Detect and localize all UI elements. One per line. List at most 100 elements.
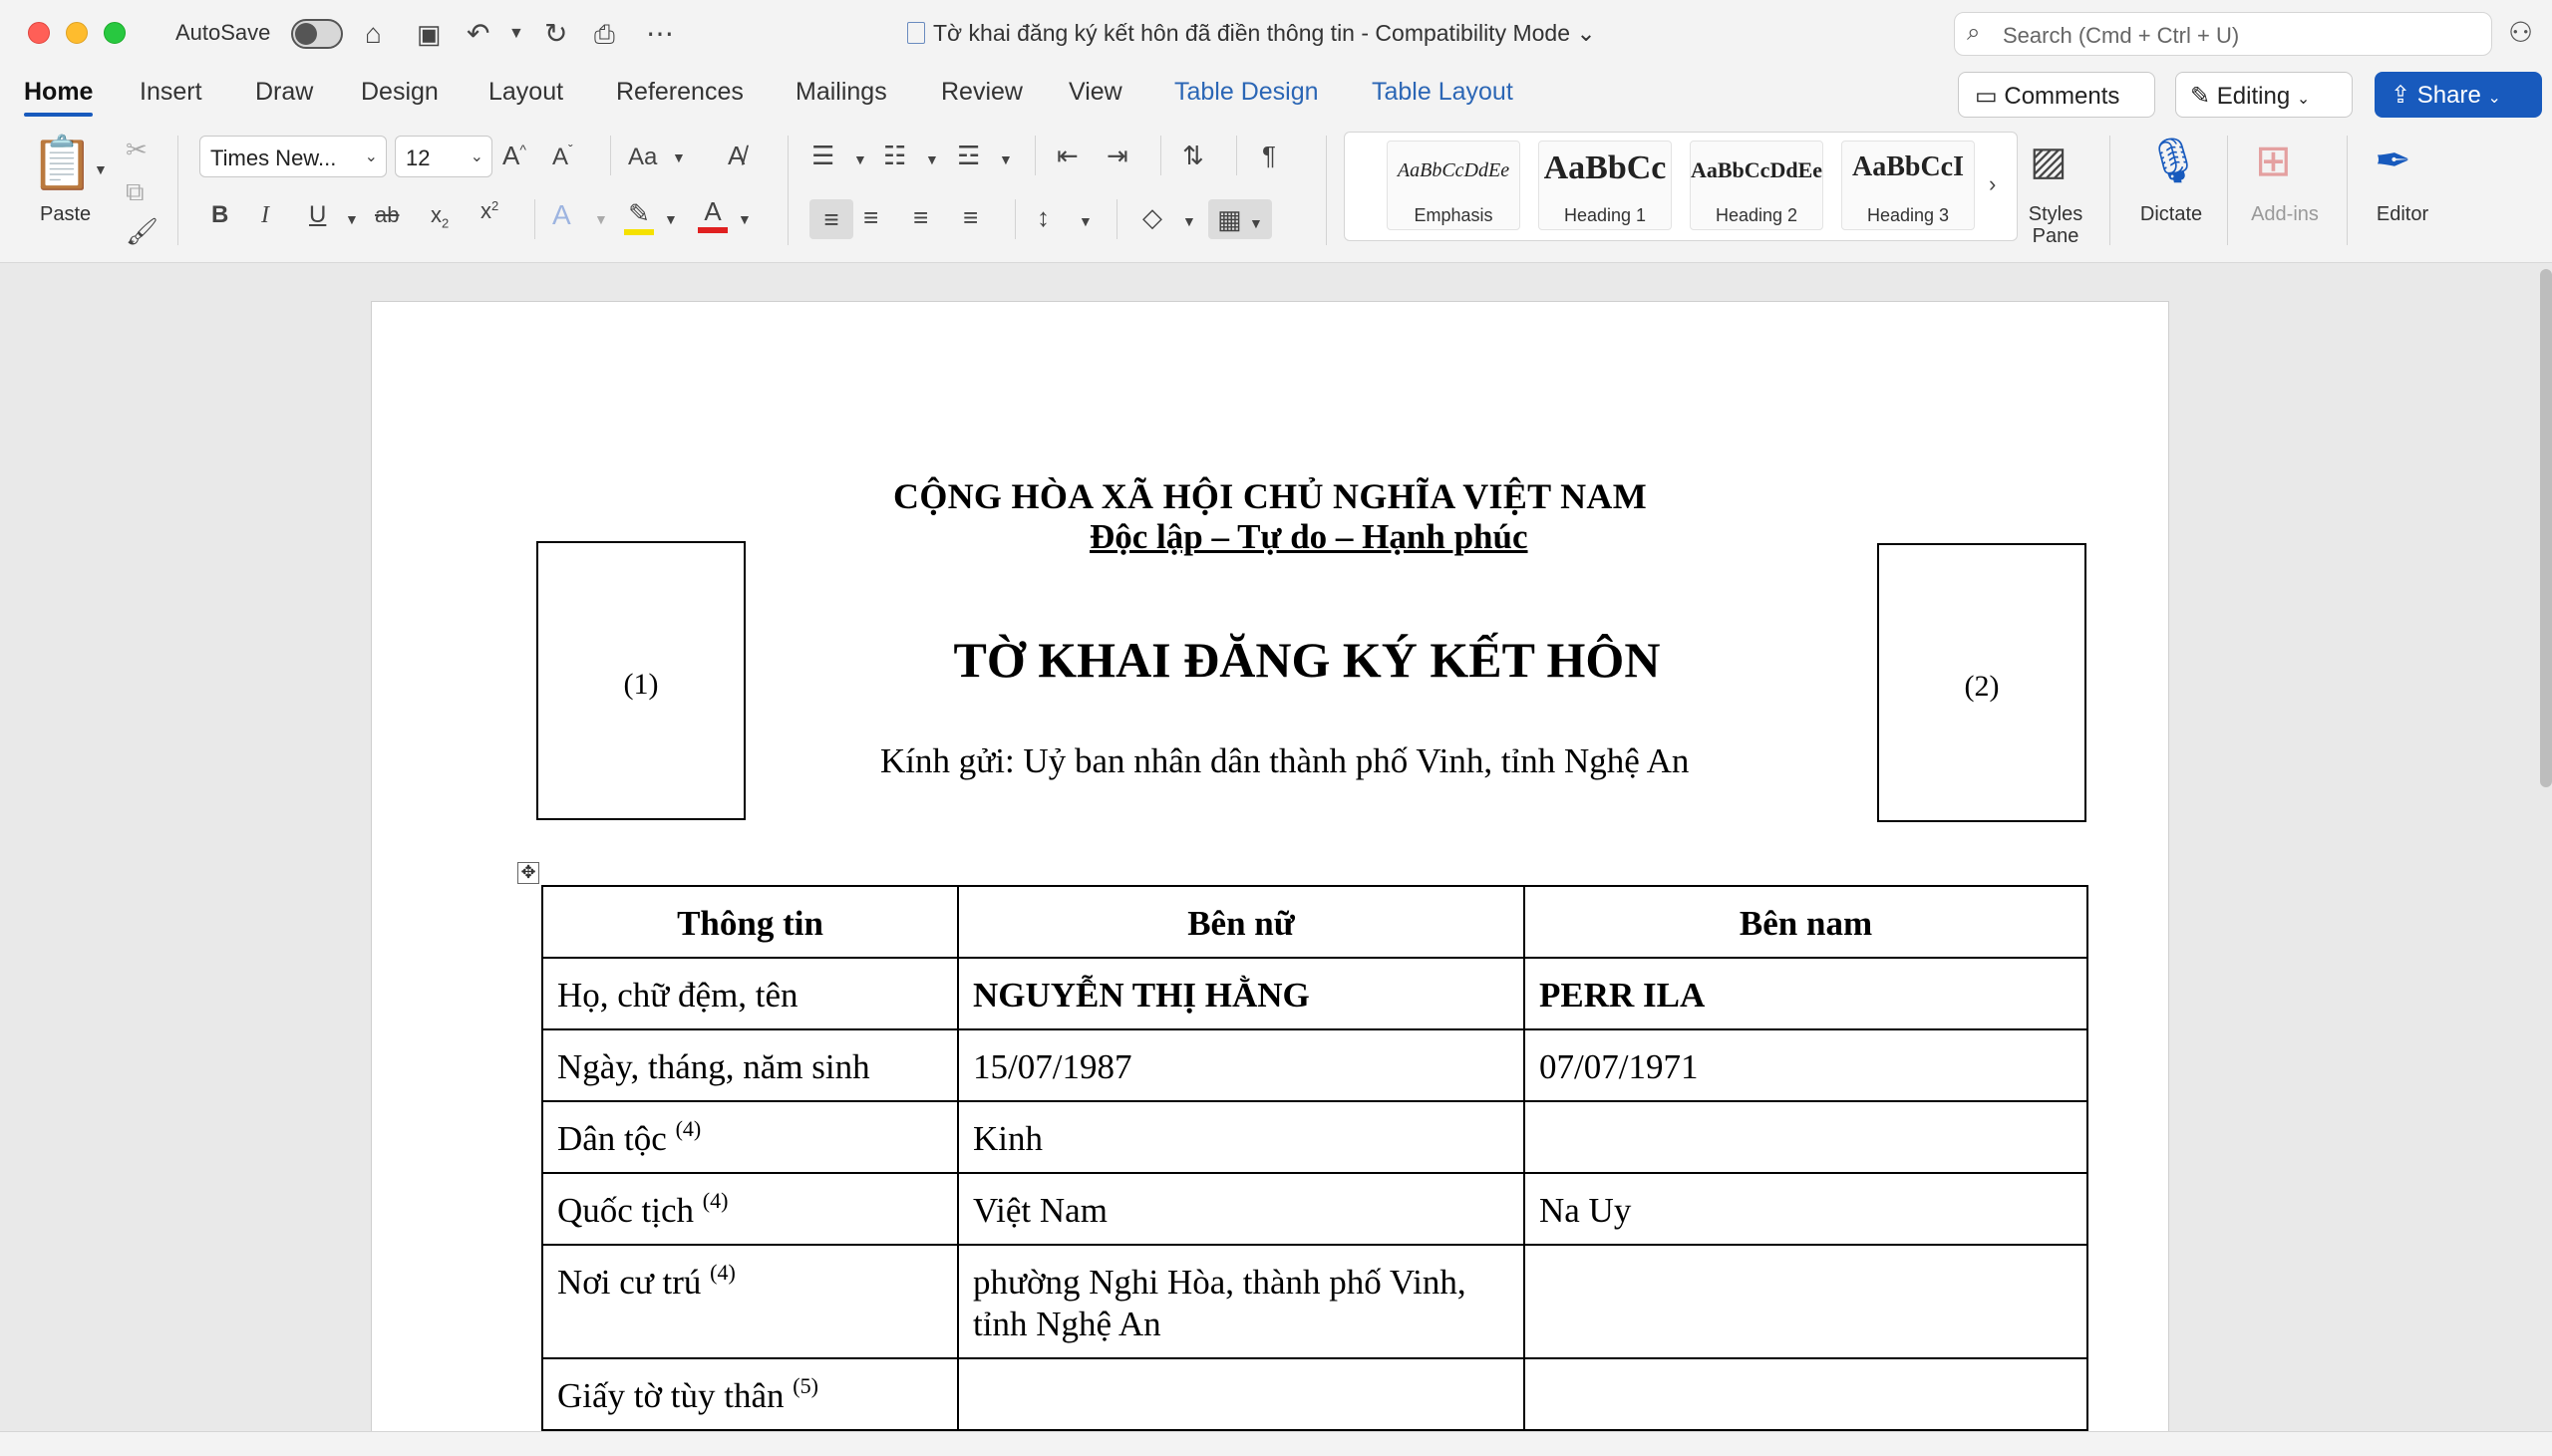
- chevron-down-icon[interactable]: ▼: [999, 144, 1013, 175]
- table-cell-female[interactable]: phường Nghi Hòa, thành phố Vinh, tỉnh Ng…: [957, 1244, 1525, 1359]
- chevron-down-icon[interactable]: ▼: [853, 144, 867, 175]
- bullets-icon[interactable]: ☰: [811, 140, 834, 171]
- change-case-icon[interactable]: Aa: [628, 142, 657, 173]
- minimize-window-button[interactable]: [66, 22, 88, 44]
- justify-icon[interactable]: ≡: [963, 201, 978, 233]
- align-right-icon[interactable]: ≡: [913, 201, 928, 233]
- table-cell-male[interactable]: PERR ILA: [1523, 957, 2088, 1030]
- sort-icon[interactable]: ⇅: [1182, 140, 1204, 171]
- borders-icon[interactable]: ▦ ▼: [1208, 199, 1272, 239]
- table-header[interactable]: Bên nam: [1523, 885, 2088, 959]
- zoom-window-button[interactable]: [104, 22, 126, 44]
- table-cell-label[interactable]: Nơi cư trú (4): [541, 1244, 959, 1359]
- table-cell-label[interactable]: Họ, chữ đệm, tên: [541, 957, 959, 1030]
- editor-label[interactable]: Editor: [2363, 203, 2442, 226]
- table-header[interactable]: Bên nữ: [957, 885, 1525, 959]
- chevron-down-icon[interactable]: ▼: [594, 203, 608, 235]
- numbering-icon[interactable]: ☷: [883, 140, 906, 171]
- chevron-down-icon[interactable]: ▼: [1182, 205, 1196, 237]
- table-cell-male[interactable]: [1523, 1244, 2088, 1359]
- table-cell-female[interactable]: 15/07/1987: [957, 1028, 1525, 1102]
- chevron-down-icon[interactable]: ▼: [1079, 205, 1093, 237]
- table-cell-label[interactable]: Dân tộc (4): [541, 1100, 959, 1174]
- document-page[interactable]: CỘNG HÒA XÃ HỘI CHỦ NGHĨA VIỆT NAM Độc l…: [371, 301, 2169, 1456]
- decrease-font-size-icon[interactable]: Aˇ: [552, 142, 573, 173]
- comments-button[interactable]: ▭ Comments: [1958, 72, 2155, 118]
- document-canvas[interactable]: CỘNG HÒA XÃ HỘI CHỦ NGHĨA VIỆT NAM Độc l…: [0, 263, 2552, 1456]
- shading-icon[interactable]: ◇: [1142, 201, 1162, 233]
- home-icon[interactable]: ⌂: [365, 14, 382, 54]
- table-cell-label[interactable]: Ngày, tháng, năm sinh: [541, 1028, 959, 1102]
- search-box[interactable]: ⌕ Search (Cmd + Ctrl + U): [1954, 12, 2492, 56]
- style-heading-2[interactable]: AaBbCcDdEe Heading 2: [1690, 141, 1823, 230]
- tab-table-design[interactable]: Table Design: [1174, 78, 1319, 107]
- chevron-down-icon[interactable]: ▼: [738, 203, 752, 235]
- vertical-scrollbar[interactable]: [2540, 269, 2552, 787]
- undo-icon[interactable]: ↶: [467, 14, 489, 54]
- tab-view[interactable]: View: [1069, 78, 1122, 107]
- underline-icon[interactable]: U: [309, 199, 326, 231]
- autosave-toggle[interactable]: [291, 19, 343, 49]
- table-header[interactable]: Thông tin: [541, 885, 959, 959]
- chevron-right-icon[interactable]: ›: [1989, 168, 1996, 200]
- table-cell-female[interactable]: [957, 1357, 1525, 1431]
- table-cell-male[interactable]: [1523, 1100, 2088, 1174]
- microphone-icon[interactable]: 🎙: [2145, 132, 2201, 191]
- document-title[interactable]: Tờ khai đăng ký kết hôn đã điền thông ti…: [907, 20, 1596, 47]
- clipboard-icon[interactable]: 📋: [30, 134, 95, 193]
- cut-icon[interactable]: ✂: [126, 134, 148, 165]
- align-center-icon[interactable]: ≡: [863, 201, 878, 233]
- styles-pane-label[interactable]: Styles Pane: [2018, 203, 2093, 247]
- add-ins-icon[interactable]: ⊞: [2255, 134, 2292, 189]
- more-commands-icon[interactable]: ⋯: [646, 14, 674, 54]
- editing-mode-button[interactable]: ✎ Editing ⌄: [2175, 72, 2353, 118]
- editor-icon[interactable]: ✒: [2375, 134, 2411, 189]
- multilevel-list-icon[interactable]: ☲: [957, 140, 980, 171]
- italic-icon[interactable]: I: [261, 199, 269, 231]
- text-effects-icon[interactable]: A: [552, 199, 571, 231]
- add-ins-label[interactable]: Add-ins: [2243, 203, 2327, 226]
- redo-icon[interactable]: ↻: [544, 14, 567, 54]
- format-painter-icon[interactable]: 🖌: [126, 215, 159, 247]
- table-cell-label[interactable]: Quốc tịch (4): [541, 1172, 959, 1246]
- copy-icon[interactable]: ⧉: [126, 175, 145, 207]
- tab-draw[interactable]: Draw: [255, 78, 313, 107]
- font-name-dropdown[interactable]: Times New... ⌄: [199, 136, 387, 177]
- strikethrough-icon[interactable]: ab: [375, 199, 399, 231]
- tab-references[interactable]: References: [616, 78, 744, 107]
- show-formatting-marks-icon[interactable]: ¶: [1262, 140, 1276, 171]
- tab-table-layout[interactable]: Table Layout: [1372, 78, 1513, 107]
- tab-mailings[interactable]: Mailings: [796, 78, 887, 107]
- decrease-indent-icon[interactable]: ⇤: [1057, 140, 1079, 171]
- save-icon[interactable]: ▣: [417, 14, 442, 54]
- chevron-down-icon[interactable]: ▼: [925, 144, 939, 175]
- align-left-icon[interactable]: ≡: [809, 199, 853, 239]
- font-size-dropdown[interactable]: 12 ⌄: [395, 136, 492, 177]
- increase-font-size-icon[interactable]: A^: [502, 140, 526, 171]
- close-window-button[interactable]: [28, 22, 50, 44]
- tab-review[interactable]: Review: [941, 78, 1023, 107]
- print-icon[interactable]: ⎙: [594, 14, 615, 54]
- chevron-down-icon[interactable]: ▼: [345, 203, 359, 235]
- font-color-icon[interactable]: A: [698, 195, 728, 233]
- superscript-icon[interactable]: x2: [480, 195, 498, 227]
- table-cell-male[interactable]: Na Uy: [1523, 1172, 2088, 1246]
- styles-pane-icon[interactable]: ▨: [2030, 134, 2068, 189]
- chevron-down-icon[interactable]: ▼: [672, 142, 686, 173]
- highlight-icon[interactable]: ✎: [624, 197, 654, 235]
- increase-indent-icon[interactable]: ⇥: [1107, 140, 1128, 171]
- style-emphasis[interactable]: AaBbCcDdEe Emphasis: [1387, 141, 1520, 230]
- style-heading-1[interactable]: AaBbCc Heading 1: [1538, 141, 1672, 230]
- undo-dropdown-icon[interactable]: ▼: [508, 14, 524, 54]
- bold-icon[interactable]: B: [211, 199, 228, 231]
- share-button[interactable]: ⇪ Share ⌄: [2375, 72, 2542, 118]
- tab-layout[interactable]: Layout: [488, 78, 563, 107]
- style-heading-3[interactable]: AaBbCcI Heading 3: [1841, 141, 1975, 230]
- line-spacing-icon[interactable]: ↕: [1037, 201, 1050, 233]
- paste-dropdown-icon[interactable]: ▼: [94, 153, 108, 185]
- share-person-icon[interactable]: ⚇: [2508, 16, 2533, 49]
- table-cell-female[interactable]: Việt Nam: [957, 1172, 1525, 1246]
- table-cell-male[interactable]: [1523, 1357, 2088, 1431]
- table-cell-female[interactable]: NGUYỄN THỊ HẰNG: [957, 957, 1525, 1030]
- info-table[interactable]: Thông tin Bên nữ Bên nam Họ, chữ đệm, tê…: [541, 885, 2088, 1431]
